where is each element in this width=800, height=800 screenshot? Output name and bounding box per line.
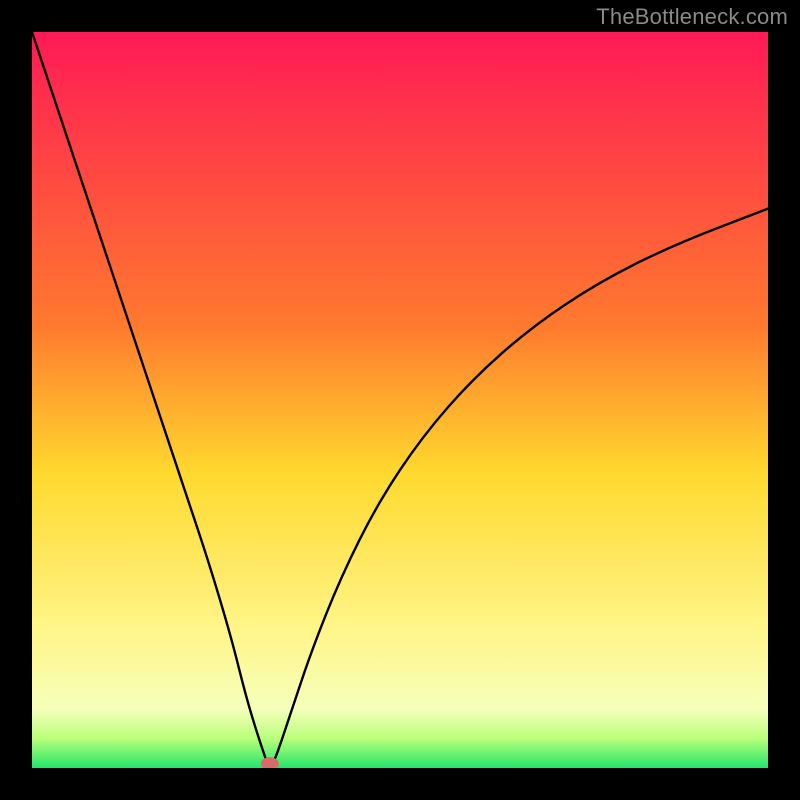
watermark-text: TheBottleneck.com bbox=[596, 4, 788, 30]
chart-background bbox=[32, 32, 768, 768]
chart-svg bbox=[32, 32, 768, 768]
plot-area bbox=[32, 32, 768, 768]
chart-frame: TheBottleneck.com bbox=[0, 0, 800, 800]
